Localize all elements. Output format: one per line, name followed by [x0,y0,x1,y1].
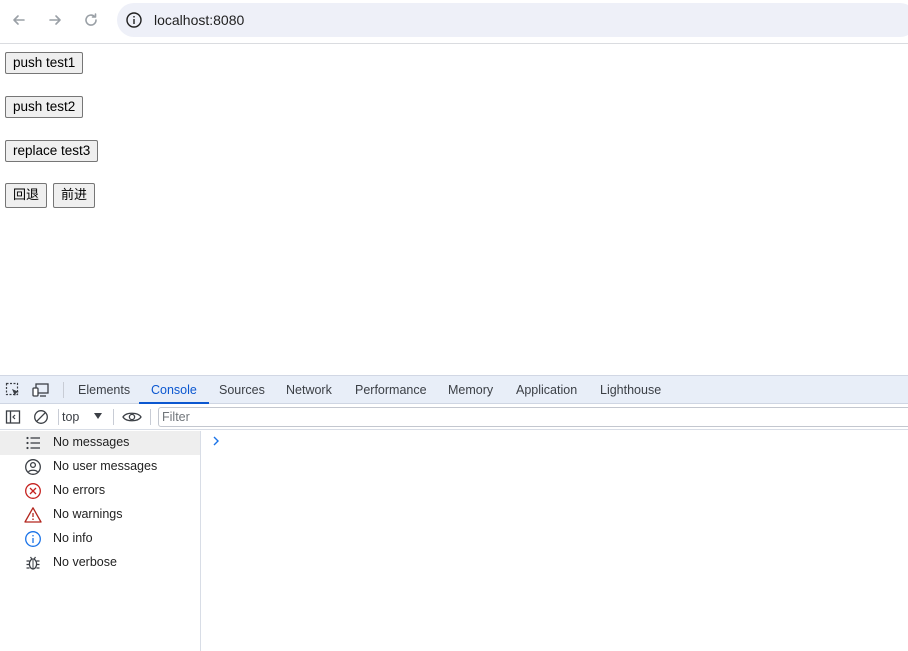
filter-separator-2 [113,409,114,425]
tab-sources[interactable]: Sources [219,376,265,404]
tab-application[interactable]: Application [516,376,577,404]
address-bar[interactable]: localhost:8080 [117,3,908,37]
console-output[interactable] [201,431,908,651]
info-icon [25,531,41,547]
list-icon [26,436,40,450]
sidebar-item-messages[interactable]: No messages [0,431,200,455]
inspect-element-icon[interactable] [4,381,22,399]
sidebar-item-user-messages[interactable]: No user messages [0,455,200,479]
tab-network[interactable]: Network [286,376,332,404]
arrow-right-icon [49,15,61,25]
user-icon [25,459,41,475]
eye-icon[interactable] [122,408,142,426]
back-nav-button[interactable] [7,8,31,32]
sidebar-item-label: No warnings [53,507,123,521]
tab-console[interactable]: Console [139,376,209,404]
reload-icon [85,13,97,26]
filter-separator-3 [150,409,151,425]
tab-separator [63,382,64,398]
push-test1-button[interactable]: push test1 [5,52,84,74]
sidebar-item-info[interactable]: No info [0,527,200,551]
back-button[interactable]: 回退 [5,183,48,208]
tab-memory[interactable]: Memory [448,376,493,404]
forward-nav-button[interactable] [43,8,67,32]
clear-console-icon[interactable] [32,408,50,426]
sidebar-item-label: No messages [53,435,130,449]
sidebar-item-verbose[interactable]: No verbose [0,551,200,575]
error-icon [25,483,41,499]
sidebar-item-label: No user messages [53,459,158,473]
site-info-icon[interactable] [125,11,143,29]
bug-icon [26,556,40,570]
sidebar-item-label: No verbose [53,555,117,569]
filter-separator [58,409,59,425]
console-sidebar: No messages No user messages No errors N… [0,431,201,651]
devtools-panel: Elements Console Sources Network Perform… [0,375,908,651]
push-test2-button[interactable]: push test2 [5,96,84,118]
tab-lighthouse[interactable]: Lighthouse [600,376,661,404]
arrow-left-icon [13,15,25,25]
console-filter-bar: top [0,404,908,430]
tab-elements[interactable]: Elements [78,376,130,404]
browser-toolbar: localhost:8080 [0,0,908,44]
url-text: localhost:8080 [154,12,245,28]
reload-button[interactable] [79,8,103,32]
device-toolbar-icon[interactable] [32,381,50,399]
devtools-tab-bar: Elements Console Sources Network Perform… [0,376,908,404]
replace-test3-button[interactable]: replace test3 [5,140,99,162]
prompt-chevron-icon [213,436,219,446]
warning-icon [24,507,42,523]
page-content: push test1 push test2 replace test3 回退 前… [0,44,908,375]
filter-input[interactable] [158,407,908,427]
sidebar-item-label: No info [53,531,93,545]
sidebar-item-errors[interactable]: No errors [0,479,200,503]
sidebar-item-warnings[interactable]: No warnings [0,503,200,527]
forward-button[interactable]: 前进 [53,183,96,208]
tab-performance[interactable]: Performance [355,376,427,404]
chevron-down-icon [94,413,102,419]
sidebar-toggle-icon[interactable] [4,408,22,426]
sidebar-item-label: No errors [53,483,106,497]
context-selector[interactable]: top [62,408,79,426]
